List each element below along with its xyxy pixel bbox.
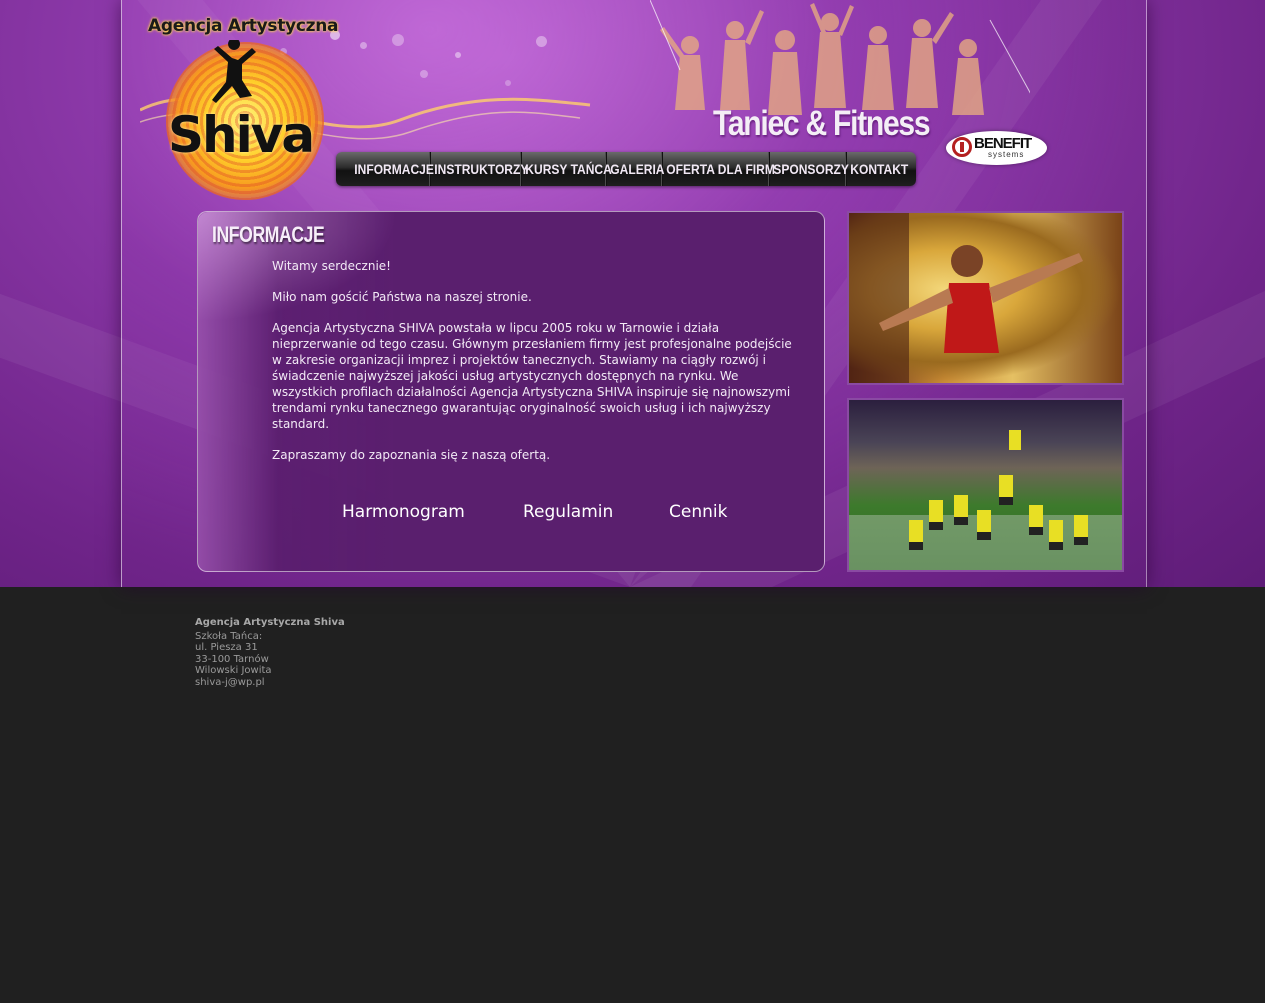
benefit-systems-logo[interactable]: BENEFIT systems — [946, 131, 1047, 165]
header-tagline: Taniec & Fitness — [713, 104, 931, 143]
shiva-logo[interactable]: Agencja Artystyczna Shiva — [146, 14, 346, 200]
regulamin-link[interactable]: Regulamin — [523, 502, 613, 522]
main-nav: INFORMACJE INSTRUKTORZY KURSY TAŃCA GALE… — [336, 152, 916, 186]
photo-cheerleaders[interactable] — [847, 398, 1124, 572]
nav-item-oferta-dla-firm[interactable]: OFERTA DLA FIRM — [662, 152, 775, 186]
paragraph-about: Agencja Artystyczna SHIVA powstała w lip… — [272, 321, 792, 431]
nav-item-galeria[interactable]: GALERIA — [606, 152, 664, 186]
photo-belly-dancer[interactable] — [847, 211, 1124, 385]
content-panel: INFORMACJE Witamy serdecznie! Miło nam g… — [197, 211, 825, 572]
paragraph-invite: Zapraszamy do zapoznania się z naszą ofe… — [272, 448, 551, 462]
cennik-link[interactable]: Cennik — [669, 502, 727, 522]
nav-item-sponsorzy[interactable]: SPONSORZY — [769, 152, 849, 186]
logo-brand-text: Shiva — [168, 106, 315, 164]
footer-line-street: ul. Piesza 31 — [195, 642, 258, 653]
harmonogram-link[interactable]: Harmonogram — [342, 502, 465, 522]
paragraph-welcome: Miło nam gościć Państwa na naszej stroni… — [272, 290, 532, 304]
paragraph-greeting: Witamy serdecznie! — [272, 259, 391, 273]
benefit-ring-icon — [952, 137, 972, 157]
sparkle — [360, 42, 367, 49]
sparkle — [392, 34, 404, 46]
sparkle — [536, 36, 547, 47]
nav-item-informacje[interactable]: INFORMACJE — [350, 152, 434, 186]
footer-line-contact-person: Wilowski Jowita — [195, 665, 272, 676]
nav-item-kontakt[interactable]: KONTAKT — [846, 152, 908, 186]
footer-email-link[interactable]: shiva-j@wp.pl — [195, 677, 345, 689]
content-text: Witamy serdecznie! Miło nam gościć Państ… — [272, 258, 802, 478]
footer: Agencja Artystyczna Shiva Szkoła Tańca: … — [195, 617, 345, 688]
nav-item-instruktorzy[interactable]: INSTRUKTORZY — [430, 152, 528, 186]
footer-company: Agencja Artystyczna Shiva — [195, 617, 345, 628]
footer-line-school: Szkoła Tańca: — [195, 630, 263, 642]
benefit-logo-sub: systems — [988, 150, 1025, 159]
logo-agency-text: Agencja Artystyczna — [148, 16, 339, 36]
page-title: INFORMACJE — [212, 222, 325, 247]
sparkle — [455, 52, 461, 58]
nav-item-kursy-tanca[interactable]: KURSY TAŃCA — [521, 152, 612, 186]
footer-line-city: 33-100 Tarnów — [195, 653, 269, 665]
